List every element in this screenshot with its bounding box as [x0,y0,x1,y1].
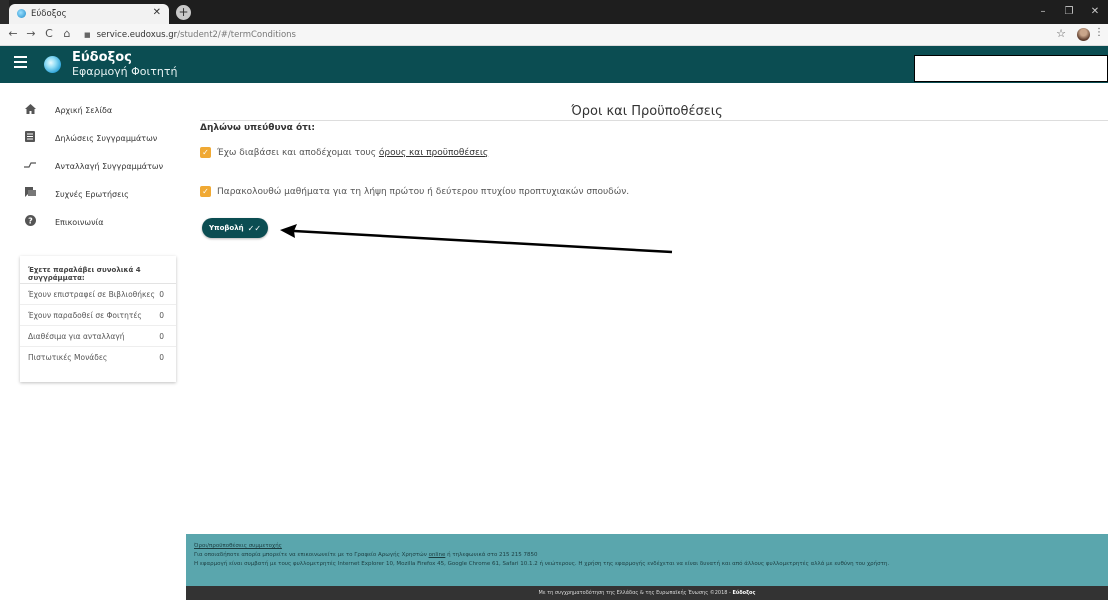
profile-avatar[interactable] [1077,28,1090,41]
terms-link[interactable]: όρους και προϋποθέσεις [379,148,488,158]
books-summary-card: Έχετε παραλάβει συνολικά 4 συγγράμματα: … [20,256,176,382]
footer-contact-line: Για οποιαδήποτε απορία μπορείτε να επικο… [194,552,538,558]
help-icon: ? [24,215,36,229]
sidebar-item-label: Συχνές Ερωτήσεις [55,189,129,199]
terms-text: Έχω διαβάσει και αποδέχομαι τους [217,147,377,158]
undergrad-checkbox-label: Παρακολουθώ μαθήματα για τη λήψη πρώτου … [217,186,630,197]
undergrad-checkbox-row: ✓ Παρακολουθώ μαθήματα για τη λήψη πρώτο… [200,186,629,197]
page-title: Όροι και Προϋποθέσεις [571,104,723,119]
terms-checkbox-row: ✓ Έχω διαβάσει και αποδέχομαι τους όρους… [200,147,488,158]
brand: Εύδοξος Εφαρμογή Φοιτητή [72,50,178,79]
window-close-icon[interactable]: ✕ [1082,0,1108,24]
sidebar-item-contact[interactable]: ? Επικοινωνία [0,210,186,234]
sidebar-item-label: Επικοινωνία [55,217,104,227]
funding-bar: Με τη συγχρηματοδότηση της Ελλάδας & της… [186,586,1108,600]
summary-row-label: Έχουν παραδοθεί σε Φοιτητές [28,311,142,320]
footer-terms-line: Όροι/προϋποθέσεις συμμετοχής [194,543,282,549]
summary-row-value: 0 [159,332,164,341]
submit-button[interactable]: Υποβολή ✓✓ [202,218,268,238]
hamburger-menu-icon[interactable] [14,56,27,71]
url-field[interactable]: ■ service.eudoxus.gr /student2/#/termCon… [84,27,1060,43]
sidebar-item-exchange[interactable]: Ανταλλαγή Συγγραμμάτων [0,154,186,178]
footer: Όροι/προϋποθέσεις συμμετοχής Για οποιαδή… [186,534,1108,586]
bookmark-star-icon[interactable]: ☆ [1056,27,1066,40]
eudoxus-logo [44,56,61,73]
funding-text: Με τη συγχρηματοδότηση της Ελλάδας & της… [538,590,731,596]
chat-icon [24,187,36,201]
tab-title: Εύδοξος [31,9,67,19]
sidebar-item-faq[interactable]: Συχνές Ερωτήσεις [0,182,186,206]
funding-brand: Εύδοξος [732,590,756,596]
undergrad-checkbox[interactable]: ✓ [200,186,211,197]
sidebar-item-home[interactable]: Αρχική Σελίδα [0,98,186,122]
redaction-box [914,55,1108,82]
address-bar: ← → C ⌂ ■ service.eudoxus.gr /student2/#… [0,24,1108,46]
summary-row-value: 0 [159,290,164,299]
summary-row: Πιστωτικές Μονάδες 0 [20,347,176,368]
sidebar-item-label: Ανταλλαγή Συγγραμμάτων [55,161,164,171]
footer-phone-text: ή τηλεφωνικά στο 215 215 7850 [447,552,538,558]
restore-icon[interactable]: ❐ [1056,0,1082,24]
new-tab-button[interactable]: + [176,5,191,20]
summary-row: Έχουν παραδοθεί σε Φοιτητές 0 [20,305,176,326]
declaration-heading: Δηλώνω υπεύθυνα ότι: [200,123,316,133]
exchange-icon [24,161,36,172]
home-icon [24,103,36,117]
forward-icon[interactable]: → [24,27,38,40]
main-content: Όροι και Προϋποθέσεις Δηλώνω υπεύθυνα ότ… [186,83,1108,534]
url-host: service.eudoxus.gr [96,30,178,40]
summary-row-label: Πιστωτικές Μονάδες [28,353,108,362]
summary-row-label: Έχουν επιστραφεί σε Βιβλιοθήκες [28,290,155,299]
sidebar: Αρχική Σελίδα Δηλώσεις Συγγραμμάτων Αντα… [0,83,186,534]
sidebar-item-declarations[interactable]: Δηλώσεις Συγγραμμάτων [0,126,186,150]
footer-compat-line: Η εφαρμογή είναι συμβατή με τους φυλλομε… [194,561,890,567]
browser-menu-icon[interactable]: ⋮ [1094,27,1104,38]
favicon-icon [17,9,26,18]
summary-row-label: Διαθέσιμα για ανταλλαγή [28,332,125,341]
home-browser-icon[interactable]: ⌂ [60,27,74,40]
close-tab-icon[interactable]: ✕ [153,7,161,18]
submit-label: Υποβολή [208,224,244,232]
window-controls: – ❐ ✕ [1030,0,1108,24]
annotation-arrow [280,224,673,254]
footer-terms-link[interactable]: Όροι/προϋποθέσεις συμμετοχής [194,543,282,549]
app-name: Εύδοξος [72,50,132,65]
terms-checkbox[interactable]: ✓ [200,147,211,158]
terms-checkbox-label: Έχω διαβάσει και αποδέχομαι τους όρους κ… [217,148,488,158]
summary-title: Έχετε παραλάβει συνολικά 4 συγγράμματα: [20,256,176,284]
tab-bar-corner [0,0,9,24]
lock-icon: ■ [84,31,91,39]
summary-row: Έχουν επιστραφεί σε Βιβλιοθήκες 0 [20,284,176,305]
reload-icon[interactable]: C [42,27,56,40]
summary-row-value: 0 [159,311,164,320]
summary-row: Διαθέσιμα για ανταλλαγή 0 [20,326,176,347]
browser-tab[interactable]: Εύδοξος ✕ [9,4,169,24]
back-icon[interactable]: ← [6,27,20,40]
summary-row-value: 0 [159,353,164,362]
double-check-icon: ✓✓ [247,223,262,233]
minimize-icon[interactable]: – [1030,0,1056,24]
app-subtitle: Εφαρμογή Φοιτητή [72,65,178,78]
sidebar-item-label: Αρχική Σελίδα [55,105,113,115]
svg-text:?: ? [28,217,33,226]
footer-contact-text: Για οποιαδήποτε απορία μπορείτε να επικο… [194,552,427,558]
title-divider [200,120,1108,121]
browser-tab-bar: Εύδοξος ✕ + – ❐ ✕ [0,0,1108,24]
sidebar-item-label: Δηλώσεις Συγγραμμάτων [55,133,158,143]
footer-online-link[interactable]: online [429,552,446,558]
app-header: Εύδοξος Εφαρμογή Φοιτητή [0,46,1108,83]
url-path: /student2/#/termConditions [177,30,296,40]
list-icon [24,131,36,145]
